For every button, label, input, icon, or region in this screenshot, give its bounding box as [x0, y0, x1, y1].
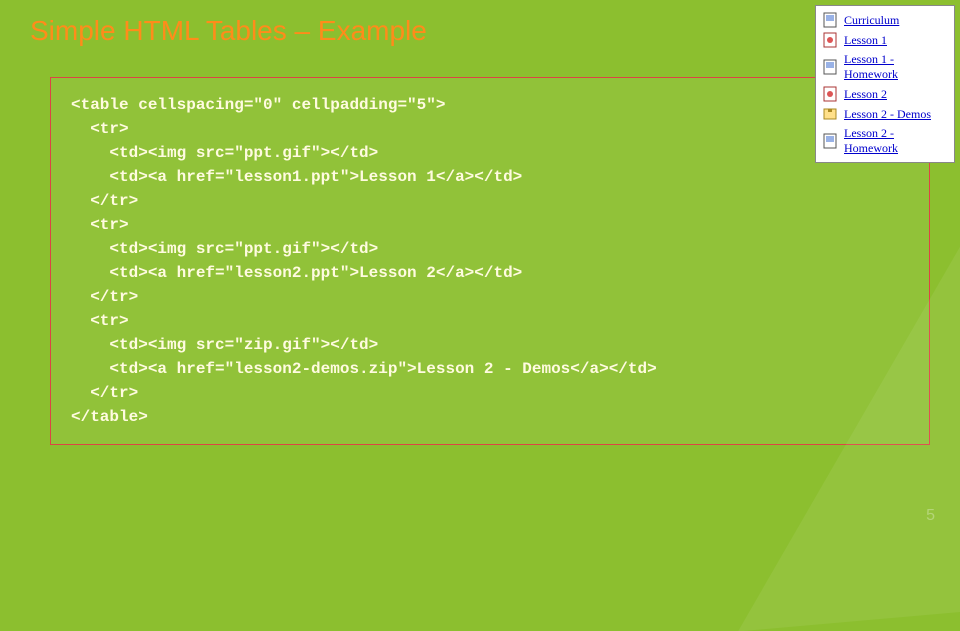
code-line: </tr>	[71, 192, 138, 210]
code-line: <td><img src="zip.gif"></td>	[71, 336, 378, 354]
code-line: <table cellspacing="0" cellpadding="5">	[71, 96, 445, 114]
code-line: </tr>	[71, 288, 138, 306]
ppt-icon	[822, 32, 838, 48]
ppt-icon	[822, 86, 838, 102]
decorative-triangle	[703, 209, 960, 631]
list-item: Lesson 2	[822, 84, 948, 104]
list-item: Curriculum	[822, 10, 948, 30]
list-item: Lesson 1	[822, 30, 948, 50]
code-line: </tr>	[71, 384, 138, 402]
doc-icon	[822, 59, 838, 75]
code-line: </table>	[71, 408, 148, 426]
code-line: <td><img src="ppt.gif"></td>	[71, 144, 378, 162]
lesson2-homework-link[interactable]: Lesson 2 - Homework	[844, 126, 948, 156]
code-line: <tr>	[71, 216, 129, 234]
lesson2-demos-link[interactable]: Lesson 2 - Demos	[844, 107, 931, 122]
curriculum-link[interactable]: Curriculum	[844, 13, 899, 28]
lesson1-link[interactable]: Lesson 1	[844, 33, 887, 48]
code-line: <td><a href="lesson2.ppt">Lesson 2</a></…	[71, 264, 522, 282]
list-item: Lesson 2 - Demos	[822, 104, 948, 124]
page-number: 5	[926, 507, 935, 525]
list-item: Lesson 2 - Homework	[822, 124, 948, 158]
code-line: <td><a href="lesson2-demos.zip">Lesson 2…	[71, 360, 657, 378]
doc-icon	[822, 12, 838, 28]
links-output-panel: Curriculum Lesson 1 Lesson 1 - Homework …	[815, 5, 955, 163]
doc-icon	[822, 133, 838, 149]
lesson2-link[interactable]: Lesson 2	[844, 87, 887, 102]
code-line: <tr>	[71, 312, 129, 330]
lesson1-homework-link[interactable]: Lesson 1 - Homework	[844, 52, 948, 82]
code-line: <tr>	[71, 120, 129, 138]
list-item: Lesson 1 - Homework	[822, 50, 948, 84]
code-line: <td><img src="ppt.gif"></td>	[71, 240, 378, 258]
zip-icon	[822, 106, 838, 122]
code-line: <td><a href="lesson1.ppt">Lesson 1</a></…	[71, 168, 522, 186]
